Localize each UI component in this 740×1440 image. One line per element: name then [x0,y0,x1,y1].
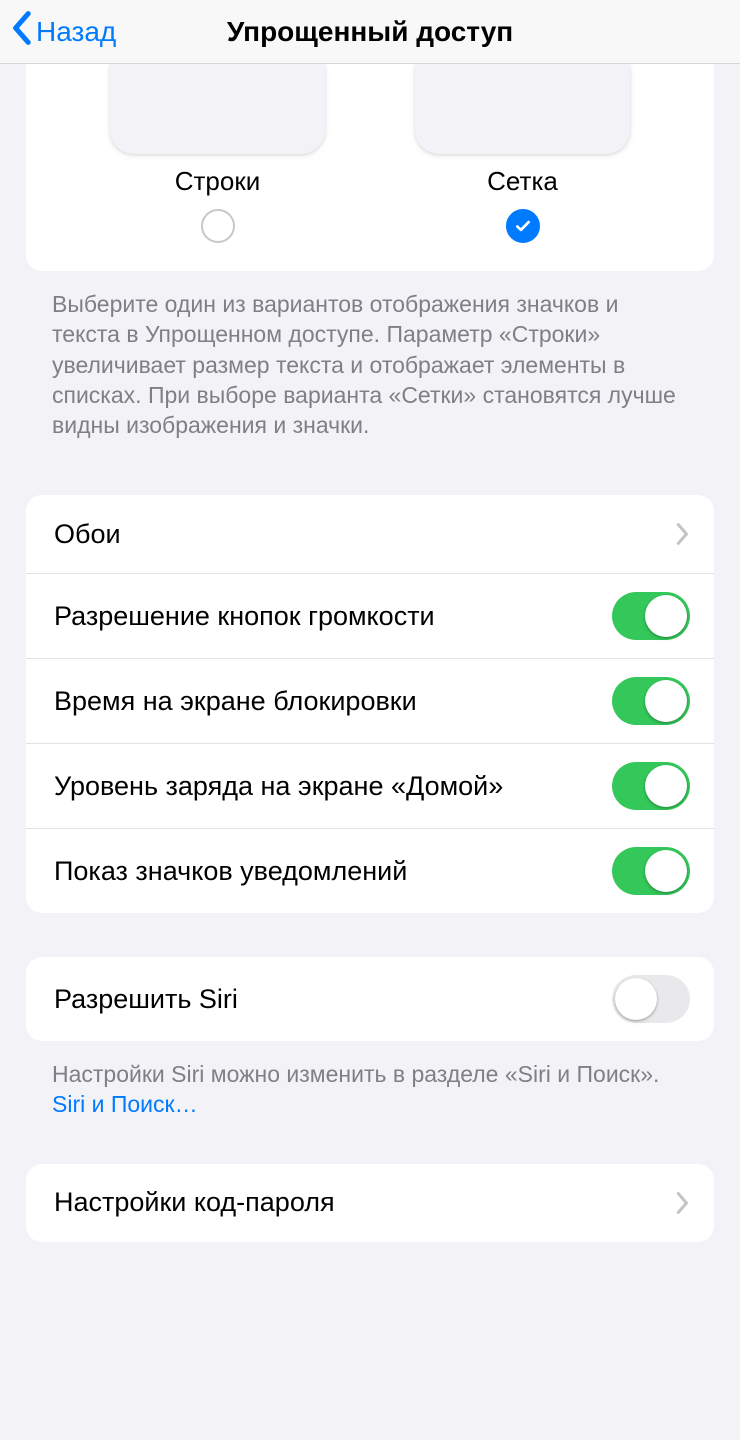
layout-thumbnail-rows [110,64,325,154]
row-label: Уровень заряда на экране «Домой» [54,770,503,802]
navigation-bar: Назад Упрощенный доступ [0,0,740,64]
row-label: Время на экране блокировки [54,685,417,717]
switch-notification-badges[interactable] [612,847,690,895]
switch-home-battery[interactable] [612,762,690,810]
row-label: Обои [54,518,121,550]
layout-option-label: Строки [175,166,261,197]
siri-footer: Настройки Siri можно изменить в разделе … [52,1059,688,1120]
row-label: Показ значков уведомлений [54,855,407,887]
siri-settings-link[interactable]: Siri и Поиск… [52,1091,198,1117]
switch-allow-siri[interactable] [612,975,690,1023]
row-volume-buttons: Разрешение кнопок громкости [26,573,714,658]
layout-option-rows[interactable]: Строки [110,64,325,243]
layout-thumbnail-grid [415,64,630,154]
row-notification-badges: Показ значков уведомлений [26,828,714,913]
radio-unchecked-icon[interactable] [201,209,235,243]
switch-volume-buttons[interactable] [612,592,690,640]
row-passcode-settings[interactable]: Настройки код-пароля [26,1164,714,1242]
back-button[interactable]: Назад [0,10,116,53]
row-label: Разрешить Siri [54,983,238,1015]
radio-checked-icon[interactable] [506,209,540,243]
chevron-right-icon [676,1191,690,1215]
settings-group: Обои Разрешение кнопок громкости Время н… [26,495,714,913]
back-label: Назад [36,16,116,48]
siri-group: Разрешить Siri [26,957,714,1041]
switch-lockscreen-time[interactable] [612,677,690,725]
layout-selector-card: Строки Сетка [26,64,714,271]
row-label: Настройки код-пароля [54,1186,335,1218]
row-wallpaper[interactable]: Обои [26,495,714,573]
row-lockscreen-time: Время на экране блокировки [26,658,714,743]
layout-selector-footer: Выберите один из вариантов отображения з… [52,289,688,441]
row-home-battery: Уровень заряда на экране «Домой» [26,743,714,828]
layout-option-label: Сетка [487,166,558,197]
chevron-left-icon [10,10,32,53]
layout-option-grid[interactable]: Сетка [415,64,630,243]
siri-footer-text: Настройки Siri можно изменить в разделе … [52,1061,659,1087]
row-allow-siri: Разрешить Siri [26,957,714,1041]
chevron-right-icon [676,522,690,546]
passcode-group: Настройки код-пароля [26,1164,714,1242]
row-label: Разрешение кнопок громкости [54,600,435,632]
